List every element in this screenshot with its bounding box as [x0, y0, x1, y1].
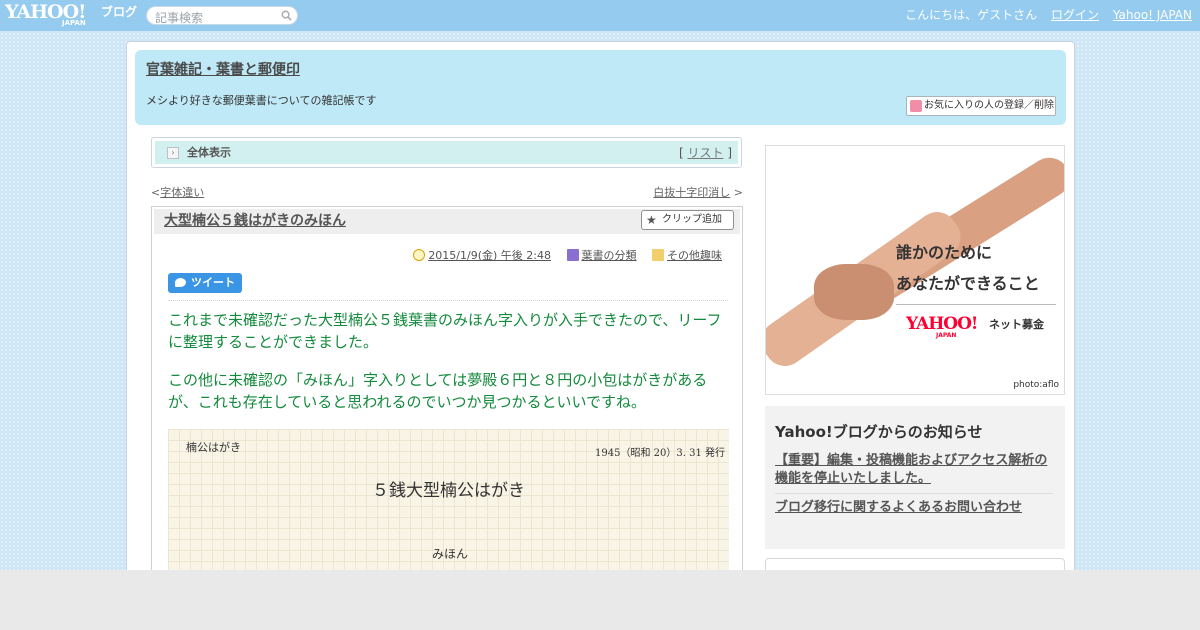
bracket-close: ]: [727, 146, 732, 160]
postcard-leaf-image: 楠公はがき 1945（昭和 20）3. 31 発行 ５銭大型楠公はがき みほん: [168, 429, 729, 570]
ad-photo-handshake: [814, 264, 894, 320]
category-link-2[interactable]: その他趣味: [667, 249, 722, 262]
article-header: 大型楠公５銭はがきのみほん ★ クリップ追加: [154, 209, 740, 234]
ad-headline-2: あなたができること: [896, 274, 1040, 293]
star-icon: ★: [646, 213, 657, 227]
prev-mark: <: [151, 186, 161, 199]
greeting-text: こんにちは、ゲストさん: [905, 8, 1038, 22]
logo-blog: ブログ: [101, 5, 138, 19]
login-link[interactable]: ログイン: [1051, 8, 1099, 22]
image-label-mihon: みほん: [432, 547, 469, 561]
image-label-center: ５銭大型楠公はがき: [372, 481, 525, 501]
favorite-register-button[interactable]: お気に入りの人の登録／削除: [906, 96, 1056, 116]
article-meta: 2015/1/9(金) 午後 2:48 葉書の分類 その他趣味: [401, 249, 722, 263]
article-paragraph-2: この他に未確認の「みほん」字入りとしては夢殿６円と８円の小包はがきがあるが、これ…: [168, 371, 708, 411]
clip-add-label: クリップ追加: [662, 214, 722, 225]
prev-article-link[interactable]: 字体違い: [160, 186, 204, 199]
blog-header: 官葉雑記・葉書と郵便印 メシより好きな郵便葉書についての雑記帳です お気に入りの…: [135, 50, 1066, 125]
ad-photo-credit: photo:aflo: [1013, 380, 1059, 390]
article: 大型楠公５銭はがきのみほん ★ クリップ追加 2015/1/9(金) 午後 2:…: [151, 206, 743, 570]
ad-headline-1: 誰かのために: [896, 243, 993, 262]
tweet-button[interactable]: ツイート: [168, 273, 242, 293]
next-mark: >: [733, 186, 743, 199]
list-link[interactable]: リスト: [687, 146, 723, 160]
article-paragraph-1: これまで未確認だった大型楠公５銭葉書のみほん字入りが入手できたので、リーフに整理…: [168, 311, 722, 351]
clock-icon: [413, 249, 426, 261]
notice-link-2[interactable]: ブログ移行に関するよくあるお問い合わせ: [775, 499, 1022, 517]
category-link-1[interactable]: 葉書の分類: [582, 249, 637, 262]
ad-service-name: ネット募金: [989, 318, 1044, 331]
top-links: こんにちは、ゲストさん ログイン Yahoo! JAPAN: [905, 8, 1192, 22]
folder-icon: [652, 249, 664, 261]
ad-yahoo-logo: YAHOO!: [906, 314, 978, 334]
category-list-toggle: [ リスト ]: [679, 145, 732, 161]
yahoo-japan-link[interactable]: Yahoo! JAPAN: [1113, 8, 1192, 22]
article-title[interactable]: 大型楠公５銭はがきのみほん: [164, 212, 346, 230]
heart-icon: [910, 100, 922, 112]
category-label: 全体表示: [187, 146, 231, 159]
page-background: YAHOO! JAPAN ブログ こんにちは、ゲストさん ログイン Yahoo!…: [0, 0, 1200, 570]
blog-page: 官葉雑記・葉書と郵便印 メシより好きな郵便葉書についての雑記帳です お気に入りの…: [126, 41, 1075, 570]
prev-article-nav: <字体違い: [151, 186, 204, 200]
search-box: [146, 6, 298, 27]
clip-add-button[interactable]: ★ クリップ追加: [641, 210, 734, 230]
yahoo-blog-logo[interactable]: YAHOO! JAPAN ブログ: [5, 2, 145, 28]
next-article-nav: 白抜十字印消し >: [647, 186, 743, 200]
image-label-left: 楠公はがき: [186, 441, 241, 454]
next-article-link[interactable]: 白抜十字印消し: [653, 186, 730, 199]
twitter-bird-icon: [175, 278, 186, 287]
article-date-link[interactable]: 2015/1/9(金) 午後 2:48: [428, 249, 551, 262]
divider: [168, 300, 728, 301]
tweet-label: ツイート: [191, 276, 235, 289]
notice-link-1[interactable]: 【重要】編集・投稿機能およびアクセス解析の機能を停止いたしました。: [775, 452, 1057, 488]
ad-divider: [896, 304, 1056, 305]
top-bar: YAHOO! JAPAN ブログ こんにちは、ゲストさん ログイン Yahoo!…: [0, 0, 1200, 31]
search-icon[interactable]: [281, 10, 292, 21]
logo-sub: JAPAN: [62, 19, 86, 27]
chevron-right-icon: ›: [167, 147, 179, 159]
search-input[interactable]: [155, 9, 280, 27]
notice-heading: Yahoo!ブログからのお知らせ: [775, 423, 983, 441]
bracket-open: [: [678, 146, 684, 160]
category-bar: › 全体表示 [ リスト ]: [151, 137, 742, 168]
ad-banner[interactable]: 誰かのために あなたができること YAHOO! JAPAN ネット募金 phot…: [765, 145, 1065, 395]
blog-title[interactable]: 官葉雑記・葉書と郵便印: [146, 61, 300, 79]
book-icon: [566, 249, 579, 261]
category-bar-inner: › 全体表示 [ リスト ]: [155, 141, 738, 164]
notice-panel: Yahoo!ブログからのお知らせ 【重要】編集・投稿機能およびアクセス解析の機能…: [765, 406, 1065, 549]
image-label-right: 1945（昭和 20）3. 31 発行: [595, 448, 725, 459]
ad-yahoo-logo-sub: JAPAN: [936, 332, 957, 339]
favorite-register-label: お気に入りの人の登録／削除: [924, 100, 1054, 111]
blog-description: メシより好きな郵便葉書についての雑記帳です: [146, 94, 377, 107]
sidebar-box: [765, 558, 1065, 570]
notice-divider: [775, 493, 1053, 494]
